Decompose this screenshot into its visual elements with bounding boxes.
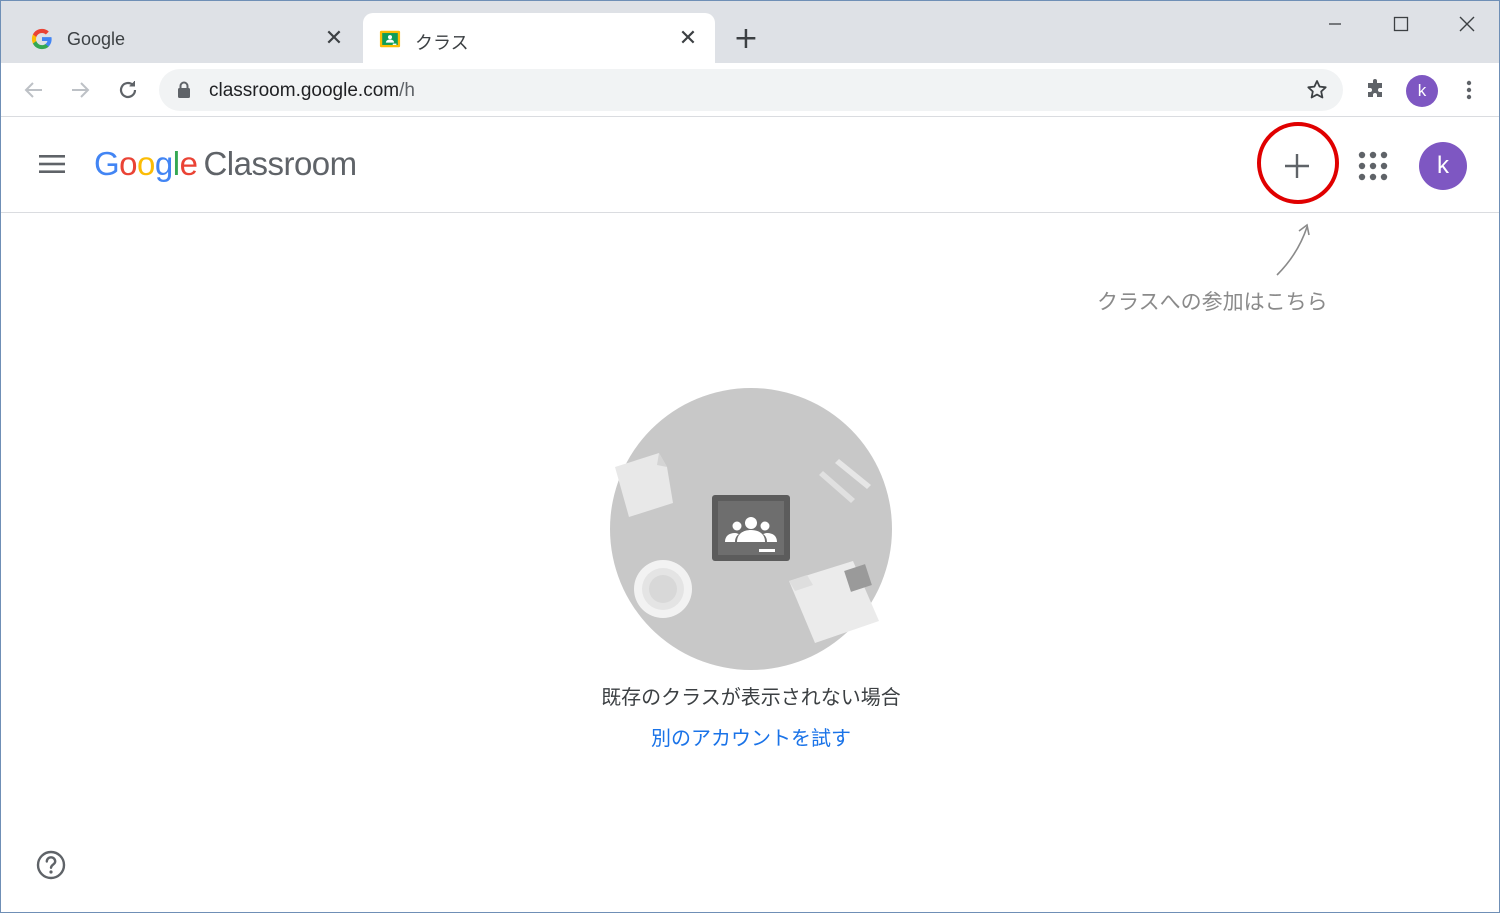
empty-state-message: 既存のクラスが表示されない場合 [601,687,901,709]
logo-letter: o [119,145,138,182]
minimize-button[interactable] [1313,9,1357,39]
google-classroom-logo[interactable]: G o o g l e Classroom [94,145,357,183]
logo-letter: G [94,145,120,182]
forward-button[interactable] [63,73,97,107]
back-button[interactable] [17,73,51,107]
address-bar[interactable]: classroom.google.com/h [159,69,1343,111]
logo-letter: l [172,145,180,182]
extensions-button[interactable] [1358,73,1392,107]
browser-toolbar: classroom.google.com/h k [1,63,1499,117]
reload-button[interactable] [111,73,145,107]
arrow-left-icon [24,82,42,98]
annotation-arrow-icon [1276,223,1310,276]
tab-title: Google [67,29,126,49]
account-avatar[interactable]: k [1419,142,1467,190]
tab-classroom[interactable]: クラス ✕ [363,13,715,63]
close-tab-icon[interactable]: ✕ [321,25,347,51]
puzzle-icon [1368,79,1382,97]
new-tab-button[interactable]: + [731,21,761,56]
logo-letter: e [179,145,198,182]
apps-grid-icon[interactable] [1353,146,1393,186]
browser-profile-avatar[interactable]: k [1406,75,1438,107]
logo-letter: o [137,145,155,182]
maximize-button[interactable] [1379,9,1423,39]
minimize-icon [1329,23,1341,25]
reload-icon [119,81,137,99]
close-window-button[interactable] [1445,9,1489,39]
try-another-account-link[interactable]: 別のアカウントを試す [501,722,1001,751]
tab-google[interactable]: Google ✕ [15,13,361,63]
more-vert-icon [1466,80,1472,100]
maximize-icon [1393,16,1409,32]
close-icon [1459,16,1475,32]
classroom-icon [379,30,401,48]
star-icon[interactable] [1305,78,1329,102]
create-join-class-button[interactable] [1269,138,1325,194]
arrow-right-icon [72,82,90,98]
close-tab-icon[interactable]: ✕ [675,25,701,51]
logo-product-name: Classroom [203,145,357,182]
tab-strip: Google ✕ クラス ✕ + [1,1,1499,63]
logo-letter: g [154,145,173,182]
classroom-header: G o o g l e Classroom k [1,118,1499,213]
hamburger-menu-icon[interactable] [37,152,67,176]
plus-icon [1285,154,1309,178]
tab-title: クラス [415,33,469,53]
url-host: classroom.google.com [209,80,400,101]
annotation-text: クラスへの参加はこちら [1097,291,1328,314]
url-text: classroom.google.com/h [209,80,415,102]
empty-classroom-illustration [610,388,892,670]
url-path: /h [399,80,415,101]
browser-window: Google ✕ クラス ✕ + classroom.google.com/h … [0,0,1500,913]
google-g-icon [31,28,52,50]
browser-menu-button[interactable] [1452,73,1486,107]
help-icon[interactable] [35,849,67,881]
lock-icon [178,81,190,98]
